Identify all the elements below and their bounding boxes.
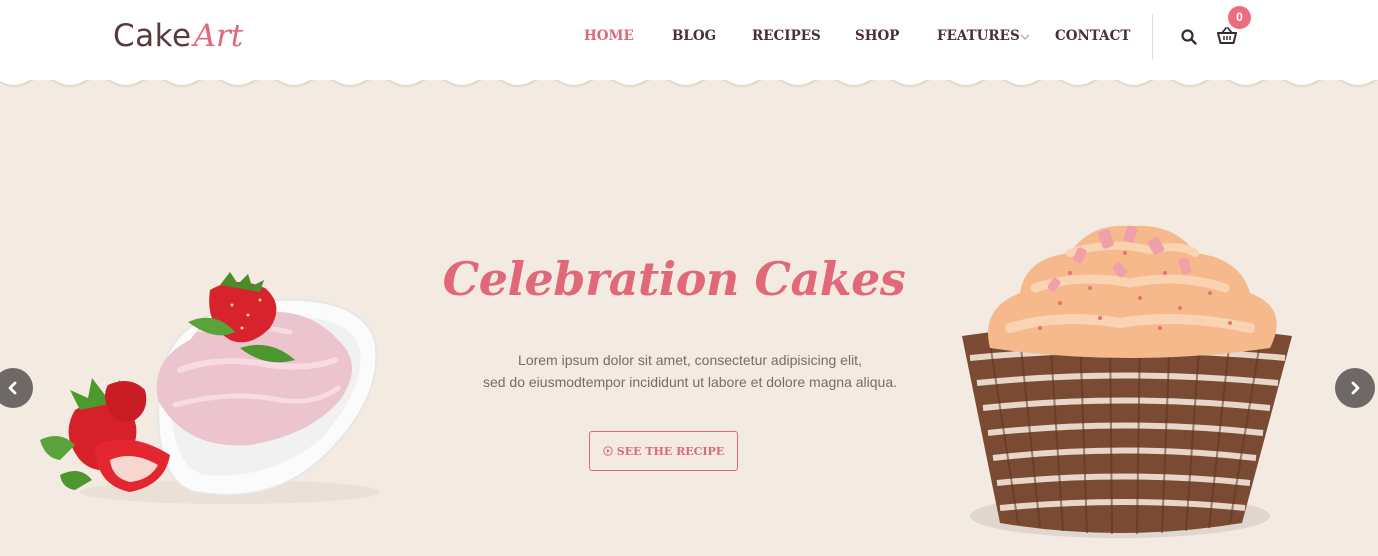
nav-item-recipes[interactable]: RECIPES [752,28,821,44]
hero-description-line-2: sed do eiusmodtempor incididunt ut labor… [482,374,898,390]
hero-title: Celebration Cakes [442,252,906,306]
logo[interactable]: Cake Art [113,18,243,58]
nav-item-contact[interactable]: CONTACT [1055,28,1130,44]
see-recipe-button[interactable]: SEE THE RECIPE [589,431,738,471]
slider-next-button[interactable] [1335,368,1375,408]
hero-description: Lorem ipsum dolor sit amet, consectetur … [420,349,960,393]
nav-item-home[interactable]: HOME [584,28,634,44]
see-recipe-label: SEE THE RECIPE [616,444,725,458]
logo-script-text: Art [193,18,244,54]
play-circle-icon [603,446,613,456]
strawberry-mousse-image [40,272,380,504]
cupcake-image [962,225,1292,538]
cart-icon[interactable] [1216,26,1238,46]
site-header: Cake Art HOME BLOG RECIPES SHOP FEATURES… [0,0,1378,80]
arrow-right-icon [1351,381,1360,395]
logo-main-text: Cake [113,18,192,54]
nav-item-features[interactable]: FEATURES [937,28,1020,44]
hero-description-line-1: Lorem ipsum dolor sit amet, consectetur … [518,352,862,368]
nav-item-shop[interactable]: SHOP [855,28,899,44]
search-icon[interactable] [1180,28,1198,46]
cart-count-badge[interactable]: 0 [1228,6,1251,29]
arrow-left-icon [8,381,17,395]
nav-item-blog[interactable]: BLOG [672,28,716,44]
header-divider [1152,14,1153,60]
chevron-down-icon[interactable] [1019,31,1031,43]
header-wave-edge [0,78,1378,87]
